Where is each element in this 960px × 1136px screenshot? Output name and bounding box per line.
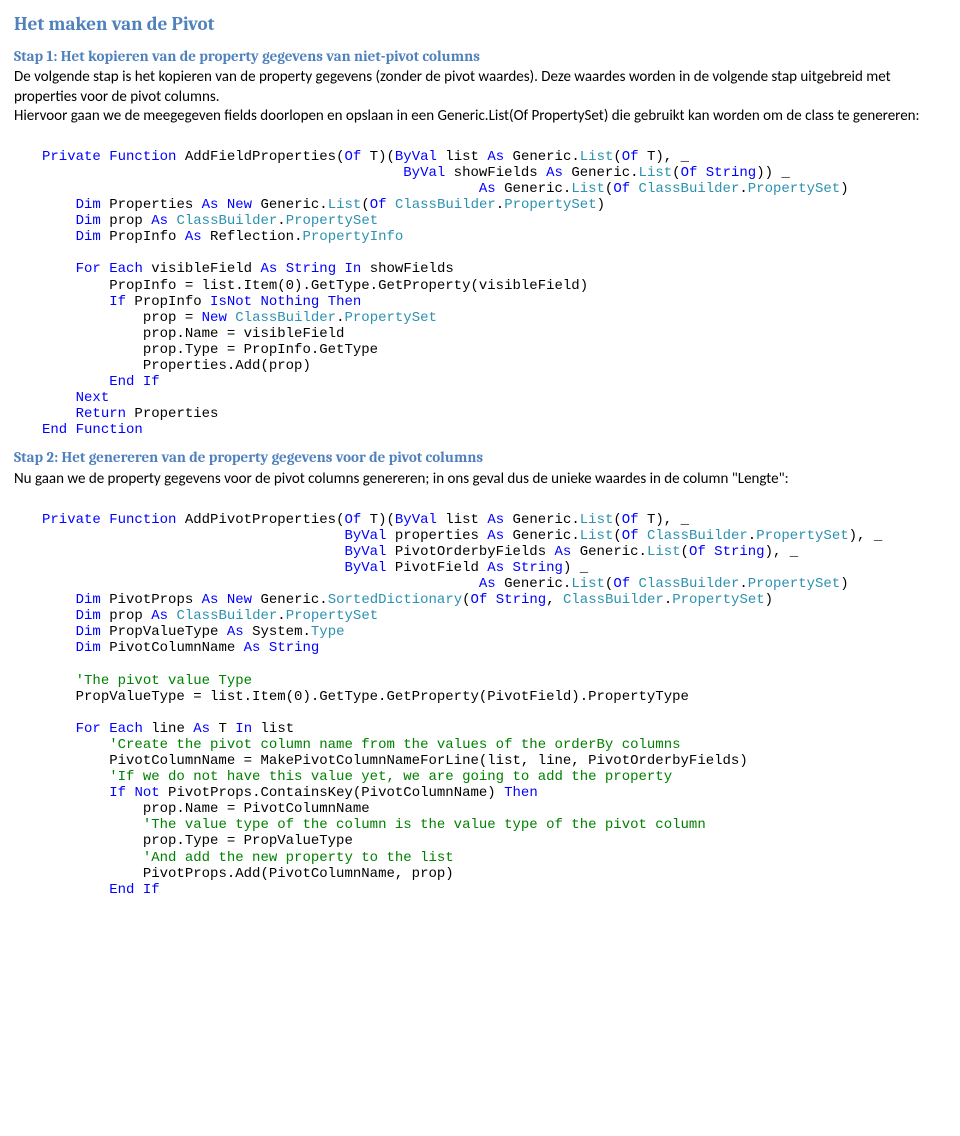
step2-title: Stap 2: Het genereren van de property ge…: [14, 448, 946, 468]
step1-title: Stap 1: Het kopieren van de property geg…: [14, 47, 946, 67]
step1-paragraph: De volgende stap is het kopieren van de …: [14, 68, 946, 127]
section-title: Het maken van de Pivot: [14, 12, 946, 37]
code-block-2: Private Function AddPivotProperties(Of T…: [42, 495, 946, 897]
code-block-1: Private Function AddFieldProperties(Of T…: [42, 133, 946, 439]
step2-paragraph: Nu gaan we de property gegevens voor de …: [14, 470, 946, 490]
